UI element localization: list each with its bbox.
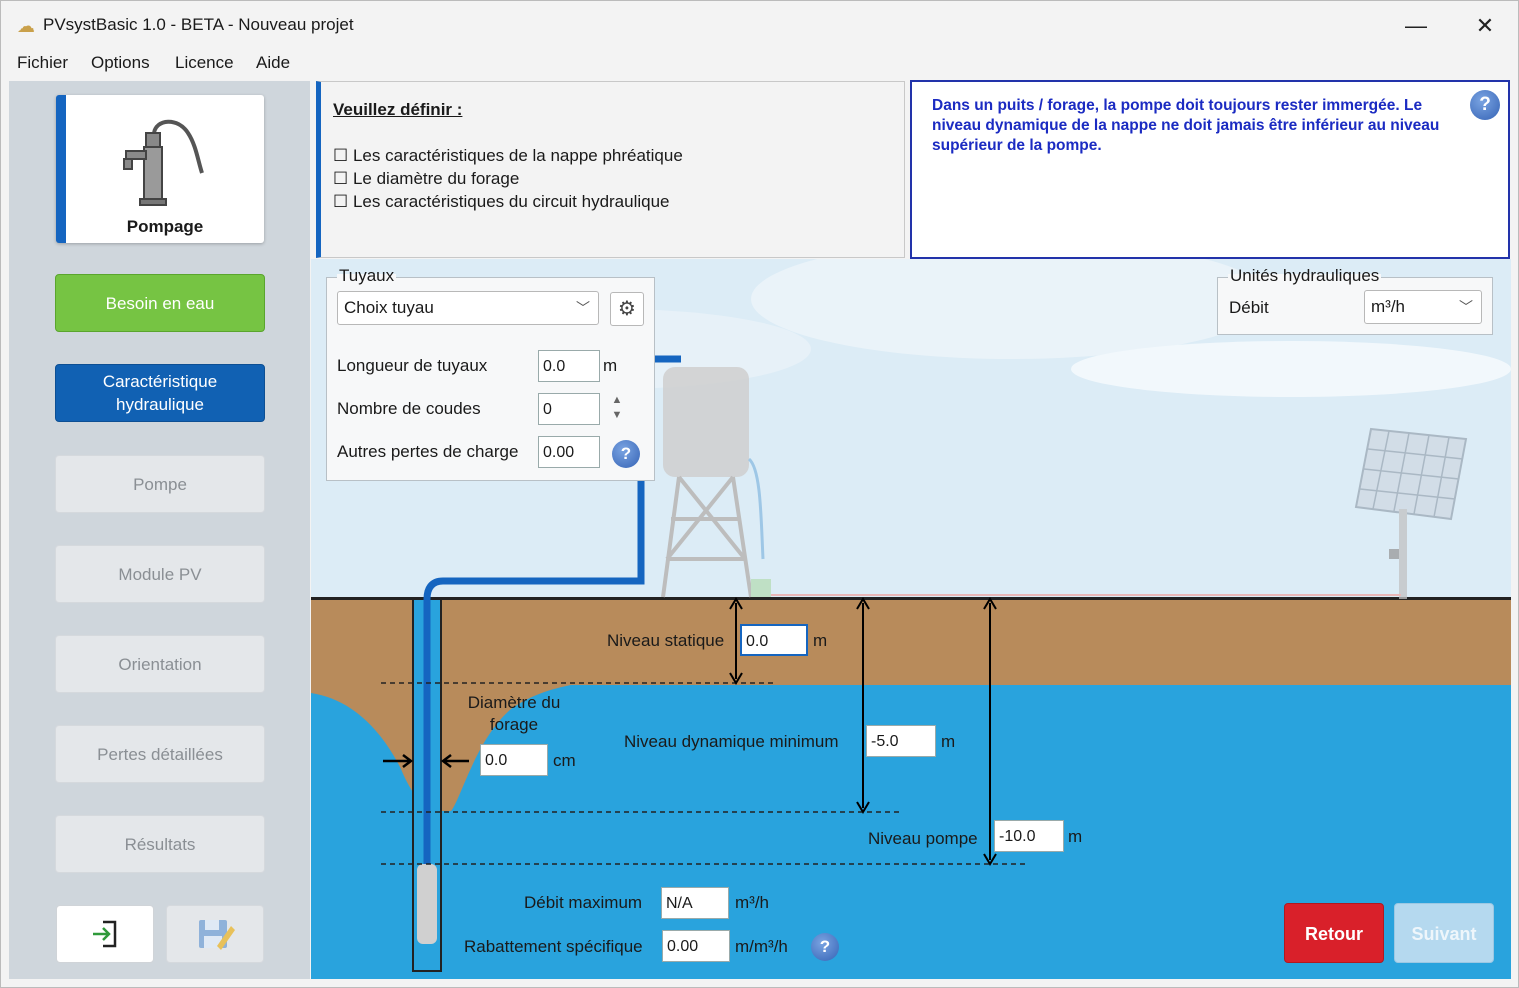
other-losses-label: Autres pertes de charge xyxy=(337,442,519,461)
app-logo-icon: ☁ xyxy=(17,16,35,36)
save-button[interactable] xyxy=(166,905,264,963)
dynamic-level-input[interactable]: -5.0 xyxy=(866,725,936,757)
pompage-card: Pompage xyxy=(56,95,264,243)
max-flow-unit: m³/h xyxy=(735,893,769,912)
drawdown-label: Rabattement spécifique xyxy=(464,937,643,956)
flow-unit-label: Débit xyxy=(1229,298,1269,317)
instruction-item: ☐ Les caractéristiques de la nappe phréa… xyxy=(333,146,683,165)
diameter-unit: cm xyxy=(553,751,576,770)
menu-options[interactable]: Options xyxy=(91,53,150,73)
flow-unit-value: m³/h xyxy=(1371,297,1405,316)
save-icon xyxy=(199,920,235,950)
sidebar: Pompage Besoin en eau Caractéristique hy… xyxy=(9,81,310,979)
pipe-choice-select[interactable]: Choix tuyau ﹀ xyxy=(337,291,599,325)
tuyaux-title: Tuyaux xyxy=(337,266,397,286)
step-caracteristique-hydraulique[interactable]: Caractéristique hydraulique xyxy=(55,364,265,422)
tuyaux-group: Tuyaux Choix tuyau ﹀ ⚙ Longueur de tuyau… xyxy=(326,266,655,481)
max-flow-label: Débit maximum xyxy=(524,893,643,912)
static-level-unit: m xyxy=(813,631,828,650)
pump-level-unit: m xyxy=(1068,827,1083,846)
diameter-label-line2: forage xyxy=(489,715,539,734)
close-button[interactable]: ✕ xyxy=(1462,9,1508,43)
static-level-input[interactable]: 0.0 xyxy=(740,624,808,656)
flow-unit-select[interactable]: m³/h ﹀ xyxy=(1364,290,1482,324)
instruction-item: ☐ Le diamètre du forage xyxy=(333,169,520,188)
info-panel: Dans un puits / forage, la pompe doit to… xyxy=(910,80,1510,259)
step-pertes-detaillees[interactable]: Pertes détaillées xyxy=(55,725,265,783)
pipe-length-input[interactable]: 0.0 xyxy=(538,350,600,382)
gear-icon: ⚙ xyxy=(618,298,636,320)
exit-icon xyxy=(93,920,117,948)
menu-aide[interactable]: Aide xyxy=(256,53,290,73)
title-bar: ☁ PVsystBasic 1.0 - BETA - Nouveau proje… xyxy=(1,1,1518,49)
chevron-down-icon: ﹀ xyxy=(1459,299,1473,315)
minimize-button[interactable]: — xyxy=(1393,9,1439,43)
diameter-label-line1: Diamètre du xyxy=(467,693,561,712)
app-window: ☁ PVsystBasic 1.0 - BETA - Nouveau proje… xyxy=(0,0,1519,988)
help-icon[interactable]: ? xyxy=(811,933,839,961)
dynamic-level-label: Niveau dynamique minimum xyxy=(624,732,839,751)
window-title: PVsystBasic 1.0 - BETA - Nouveau projet xyxy=(43,15,354,34)
step-pompe[interactable]: Pompe xyxy=(55,455,265,513)
drawdown-input[interactable]: 0.00 xyxy=(662,930,730,962)
elbows-input[interactable]: 0 xyxy=(538,393,600,425)
step-orientation[interactable]: Orientation xyxy=(55,635,265,693)
other-losses-input[interactable]: 0.00 xyxy=(538,436,600,468)
instruction-item: ☐ Les caractéristiques du circuit hydrau… xyxy=(333,192,670,211)
help-icon[interactable]: ? xyxy=(612,440,640,468)
max-flow-output: N/A xyxy=(661,887,729,919)
step-resultats[interactable]: Résultats xyxy=(55,815,265,873)
instructions-panel: Veuillez définir : ☐ Les caractéristique… xyxy=(316,81,905,258)
dynamic-level-unit: m xyxy=(941,732,956,751)
pompage-label: Pompage xyxy=(126,217,204,236)
step-module-pv[interactable]: Module PV xyxy=(55,545,265,603)
hydraulic-scene: Tuyaux Choix tuyau ﹀ ⚙ Longueur de tuyau… xyxy=(311,259,1511,979)
stepper-up-icon[interactable]: ▲ xyxy=(607,393,627,408)
stepper-down-icon[interactable]: ▼ xyxy=(607,408,627,423)
next-button[interactable]: Suivant xyxy=(1394,903,1494,963)
pipe-length-unit: m xyxy=(603,356,618,375)
step-besoin-en-eau[interactable]: Besoin en eau xyxy=(55,274,265,332)
pipe-choice-value: Choix tuyau xyxy=(344,298,434,317)
help-icon[interactable]: ? xyxy=(1470,90,1500,120)
units-group: Unités hydrauliques Débit m³/h ﹀ xyxy=(1217,266,1493,335)
exit-button[interactable] xyxy=(56,905,154,963)
info-text: Dans un puits / forage, la pompe doit to… xyxy=(932,97,1440,154)
pump-level-input[interactable]: -10.0 xyxy=(994,820,1064,852)
pipe-settings-button[interactable]: ⚙ xyxy=(610,292,644,326)
static-level-label: Niveau statique xyxy=(607,631,725,650)
drawdown-unit: m/m³/h xyxy=(735,937,788,956)
pipe-length-label: Longueur de tuyaux xyxy=(337,356,488,375)
instructions-heading: Veuillez définir : xyxy=(333,100,463,119)
pump-level-label: Niveau pompe xyxy=(868,829,978,848)
menu-licence[interactable]: Licence xyxy=(175,53,234,73)
chevron-down-icon: ﹀ xyxy=(576,300,590,316)
water-pump-icon xyxy=(123,119,204,206)
diameter-input[interactable]: 0.0 xyxy=(480,744,548,776)
elbows-stepper[interactable]: ▲ ▼ xyxy=(607,393,627,427)
units-title: Unités hydrauliques xyxy=(1228,266,1382,286)
menu-fichier[interactable]: Fichier xyxy=(17,53,68,73)
elbows-label: Nombre de coudes xyxy=(337,399,481,418)
back-button[interactable]: Retour xyxy=(1284,903,1384,963)
